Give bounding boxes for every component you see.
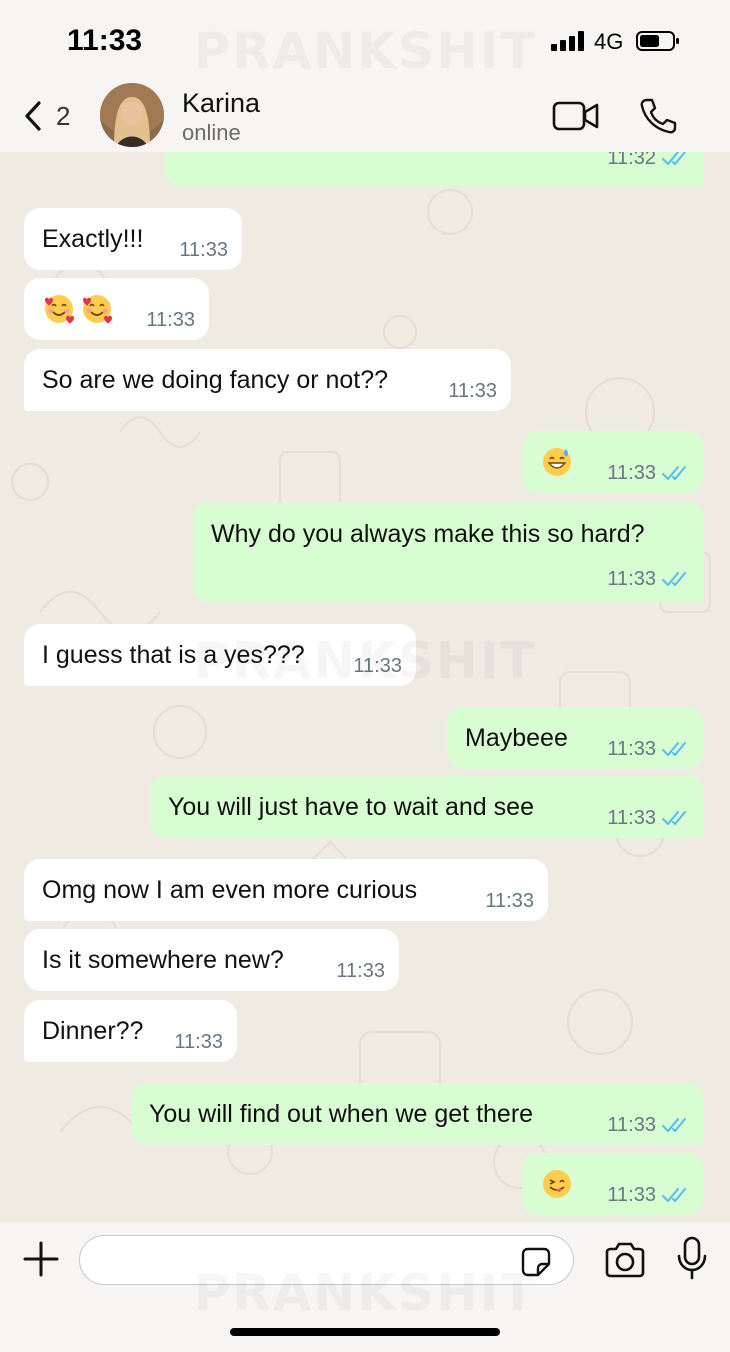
battery-icon: [636, 31, 679, 51]
outgoing-message-bubble[interactable]: You will find out when we get there 11:33: [131, 1083, 704, 1145]
message-timestamp: 11:33: [448, 380, 497, 402]
message-emoji: [42, 292, 114, 326]
incoming-message-bubble[interactable]: 11:33: [24, 278, 209, 340]
double-check-icon: [662, 742, 686, 756]
sticker-button[interactable]: [520, 1246, 552, 1278]
message-text: You will find out when we get there: [149, 1100, 534, 1128]
phone-icon: [640, 98, 677, 134]
outgoing-message-bubble[interactable]: Maybeee 11:33: [447, 707, 704, 769]
message-list[interactable]: not?11:32Exactly!!!11:3311:33So are we d…: [0, 152, 730, 1222]
message-timestamp: 11:33: [336, 960, 385, 982]
message-timestamp: 11:32: [607, 152, 656, 169]
message-text: not?: [183, 152, 232, 154]
microphone-icon: [677, 1236, 707, 1280]
contact-avatar[interactable]: [100, 83, 164, 147]
unread-count: 2: [56, 100, 71, 131]
home-indicator[interactable]: [230, 1328, 500, 1336]
message-timestamp: 11:33: [607, 807, 656, 829]
outgoing-message-bubble[interactable]: You will just have to wait and see 11:33: [150, 776, 704, 838]
message-emoji: [540, 445, 574, 479]
double-check-icon: [662, 1118, 686, 1132]
video-call-button[interactable]: [552, 100, 600, 132]
message-timestamp: 11:33: [607, 1184, 656, 1206]
back-button[interactable]: 2: [22, 98, 70, 134]
message-timestamp: 11:33: [179, 239, 228, 261]
voice-message-button[interactable]: [676, 1236, 708, 1280]
message-text: Maybeee: [465, 724, 568, 752]
contact-status: online: [182, 120, 241, 145]
composer-bar: [0, 1222, 730, 1352]
status-time: 11:33: [67, 24, 143, 57]
network-type: 4G: [594, 29, 624, 54]
camera-icon: [605, 1242, 645, 1278]
message-text: So are we doing fancy or not??: [42, 366, 389, 394]
message-timestamp: 11:33: [607, 462, 656, 484]
incoming-message-bubble[interactable]: Dinner?? 11:33: [24, 1000, 237, 1062]
winking-face-with-tongue-emoji: [543, 1170, 571, 1198]
message-text: Dinner??: [42, 1017, 144, 1045]
sticker-icon: [521, 1247, 551, 1277]
smiling-face-with-hearts-emoji: [45, 295, 74, 324]
chevron-left-icon: [25, 101, 41, 131]
message-text: Is it somewhere new?: [42, 946, 284, 974]
avatar-image: [100, 83, 164, 147]
chat-header: 2 Karina online: [0, 83, 730, 152]
incoming-message-bubble[interactable]: So are we doing fancy or not?? 11:33: [24, 349, 511, 411]
outgoing-message-bubble[interactable]: Why do you always make this so hard? 11:3…: [193, 502, 704, 602]
message-text: You will just have to wait and see: [168, 793, 534, 821]
video-camera-icon: [552, 101, 599, 131]
message-timestamp: 11:33: [607, 1114, 656, 1136]
message-timestamp: 11:33: [146, 309, 195, 331]
outgoing-message-bubble[interactable]: not? 11:32: [165, 152, 704, 186]
grinning-face-with-sweat-emoji: [543, 448, 571, 476]
attach-button[interactable]: [22, 1240, 60, 1278]
message-text: Exactly!!!: [42, 225, 144, 253]
incoming-message-bubble[interactable]: Omg now I am even more curious 11:33: [24, 859, 548, 921]
message-timestamp: 11:33: [353, 655, 402, 677]
message-text: I guess that is a yes???: [42, 641, 305, 669]
camera-button[interactable]: [604, 1242, 646, 1278]
double-check-icon: [662, 1188, 686, 1202]
incoming-message-bubble[interactable]: Exactly!!! 11:33: [24, 208, 242, 270]
smiling-face-with-hearts-emoji: [83, 295, 112, 324]
message-input[interactable]: [79, 1235, 574, 1285]
status-bar: 11:33 4G: [0, 0, 730, 84]
outgoing-message-bubble[interactable]: 11:33: [522, 1153, 704, 1215]
message-timestamp: 11:33: [485, 890, 534, 912]
double-check-icon: [662, 466, 686, 480]
incoming-message-bubble[interactable]: I guess that is a yes??? 11:33: [24, 624, 416, 686]
message-text: Omg now I am even more curious: [42, 876, 418, 904]
voice-call-button[interactable]: [638, 97, 678, 135]
message-emoji: [540, 1167, 574, 1201]
message-timestamp: 11:33: [174, 1031, 223, 1053]
message-text: Why do you always make this so hard?: [211, 520, 645, 548]
plus-icon: [23, 1241, 59, 1277]
incoming-message-bubble[interactable]: Is it somewhere new? 11:33: [24, 929, 399, 991]
message-timestamp: 11:33: [607, 738, 656, 760]
double-check-icon: [662, 811, 686, 825]
double-check-icon: [662, 152, 686, 165]
contact-name[interactable]: Karina: [182, 88, 260, 119]
message-timestamp: 11:33: [607, 568, 656, 590]
outgoing-message-bubble[interactable]: 11:33: [522, 431, 704, 493]
signal-strength-icon: [551, 31, 584, 51]
double-check-icon: [662, 572, 686, 586]
